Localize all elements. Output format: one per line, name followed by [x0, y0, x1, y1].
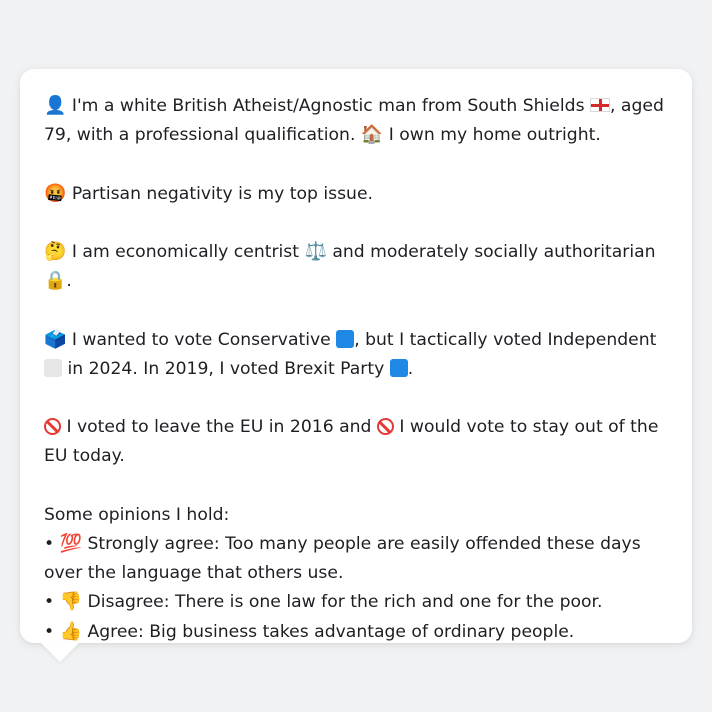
identity-text-c: I own my home outright.: [383, 125, 601, 146]
opinion-text: Disagree: There is one law for the rich …: [82, 592, 603, 613]
speech-bubble-tail: [40, 642, 80, 662]
profile-card: 👤 I'm a white British Atheist/Agnostic m…: [20, 69, 692, 643]
brexit-party-square-icon: [389, 358, 408, 377]
identity-text-a: I'm a white British Atheist/Agnostic man…: [66, 96, 590, 116]
ballot-box-icon: 🗳️: [44, 328, 67, 350]
bullet: •: [44, 533, 55, 554]
bust-in-silhouette-icon: 👤: [44, 95, 67, 116]
conservative-square-icon: [336, 329, 355, 348]
thumbs-down-icon: 👎: [59, 591, 83, 613]
top-issue-text: Partisan negativity is my top issue.: [66, 183, 373, 204]
opinion-text: Agree: Big business takes advantage of o…: [82, 621, 575, 642]
no-entry-icon: [44, 418, 61, 436]
compass-text-b: and moderately socially authoritarian: [326, 241, 656, 262]
vote-text-a: I wanted to vote Conservative: [66, 329, 337, 350]
no-entry-icon: [376, 418, 394, 436]
hundred-points-icon: 💯: [59, 532, 83, 554]
eu-text-a: I voted to leave the EU in 2016 and: [61, 417, 377, 438]
political-compass-paragraph: 🤔 I am economically centrist ⚖️ and mode…: [44, 238, 668, 296]
eu-referendum-paragraph: I voted to leave the EU in 2016 and I wo…: [44, 413, 668, 471]
balance-scale-icon: ⚖️: [304, 240, 327, 262]
opinion-item: • 👍 Agree: Big business takes advantage …: [44, 618, 668, 647]
bullet: •: [44, 592, 55, 613]
face-with-symbols-icon: 🤬: [44, 182, 67, 204]
england-flag-icon: [590, 98, 610, 112]
house-icon: 🏠: [360, 124, 384, 146]
profile-identity-paragraph: 👤 I'm a white British Atheist/Agnostic m…: [44, 92, 668, 150]
bullet: •: [44, 621, 55, 642]
opinion-item: • 👎 Disagree: There is one law for the r…: [44, 588, 668, 617]
compass-text-a: I am economically centrist: [66, 241, 305, 262]
thinking-face-icon: 🤔: [44, 240, 67, 262]
voting-history-paragraph: 🗳️ I wanted to vote Conservative , but I…: [44, 326, 668, 384]
thumbs-up-icon: 👍: [59, 620, 83, 642]
vote-text-b: , but I tactically voted Independent: [354, 329, 657, 350]
compass-text-c: .: [66, 271, 72, 292]
top-issue-paragraph: 🤬 Partisan negativity is my top issue.: [44, 180, 668, 209]
independent-square-icon: [44, 358, 62, 377]
opinions-section: Some opinions I hold: • 💯 Strongly agree…: [44, 501, 668, 647]
vote-text-d: .: [407, 358, 414, 379]
opinions-heading: Some opinions I hold:: [44, 504, 230, 525]
opinion-item: • 💯 Strongly agree: Too many people are …: [44, 530, 668, 588]
opinion-text: Strongly agree: Too many people are easi…: [44, 533, 641, 584]
vote-text-c: in 2024. In 2019, I voted Brexit Party: [62, 358, 390, 379]
lock-icon: 🔒: [44, 270, 67, 292]
